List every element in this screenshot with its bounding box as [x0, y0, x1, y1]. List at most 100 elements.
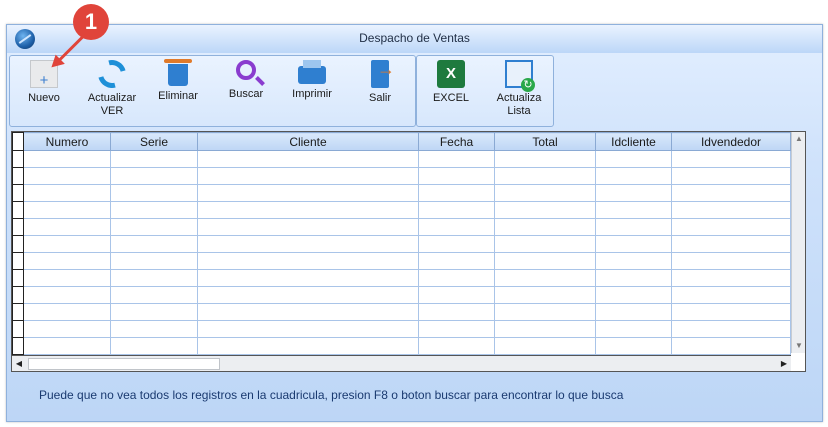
table-cell[interactable]: [595, 201, 672, 219]
table-row[interactable]: [12, 201, 791, 219]
table-cell[interactable]: [418, 235, 495, 253]
table-cell[interactable]: [23, 286, 111, 304]
table-cell[interactable]: [671, 167, 791, 185]
table-cell[interactable]: [23, 184, 111, 202]
row-header[interactable]: [12, 235, 24, 253]
table-cell[interactable]: [494, 201, 596, 219]
table-cell[interactable]: [197, 201, 419, 219]
row-header[interactable]: [12, 201, 24, 219]
table-cell[interactable]: [110, 150, 198, 168]
table-cell[interactable]: [110, 184, 198, 202]
table-cell[interactable]: [110, 286, 198, 304]
table-cell[interactable]: [494, 218, 596, 236]
refresh-button[interactable]: Actualizar VER: [82, 54, 142, 118]
delete-button[interactable]: Eliminar: [148, 59, 208, 103]
row-header[interactable]: [12, 269, 24, 287]
table-cell[interactable]: [418, 337, 495, 355]
row-header[interactable]: [12, 286, 24, 304]
table-cell[interactable]: [418, 320, 495, 338]
table-cell[interactable]: [494, 184, 596, 202]
table-cell[interactable]: [595, 167, 672, 185]
table-cell[interactable]: [671, 320, 791, 338]
row-header[interactable]: [12, 150, 24, 168]
table-cell[interactable]: [197, 150, 419, 168]
table-cell[interactable]: [671, 269, 791, 287]
column-header-cliente[interactable]: Cliente: [197, 132, 419, 151]
table-cell[interactable]: [110, 218, 198, 236]
table-cell[interactable]: [595, 337, 672, 355]
table-cell[interactable]: [494, 269, 596, 287]
table-row[interactable]: [12, 218, 791, 236]
column-header-fecha[interactable]: Fecha: [418, 132, 495, 151]
table-cell[interactable]: [671, 252, 791, 270]
column-header-numero[interactable]: Numero: [23, 132, 111, 151]
print-button[interactable]: Imprimir: [282, 60, 342, 101]
horizontal-scroll-thumb[interactable]: [28, 358, 220, 370]
table-cell[interactable]: [671, 201, 791, 219]
excel-button[interactable]: X EXCEL: [421, 60, 481, 105]
table-cell[interactable]: [23, 303, 111, 321]
refresh-list-button[interactable]: Actualiza Lista: [489, 60, 549, 118]
vertical-scrollbar[interactable]: ▲ ▼: [791, 132, 805, 353]
table-cell[interactable]: [671, 286, 791, 304]
table-cell[interactable]: [671, 184, 791, 202]
table-row[interactable]: [12, 286, 791, 304]
table-cell[interactable]: [671, 150, 791, 168]
table-cell[interactable]: [418, 167, 495, 185]
table-row[interactable]: [12, 167, 791, 185]
table-row[interactable]: [12, 269, 791, 287]
table-cell[interactable]: [418, 303, 495, 321]
table-cell[interactable]: [23, 235, 111, 253]
table-row[interactable]: [12, 303, 791, 321]
row-header[interactable]: [12, 167, 24, 185]
table-cell[interactable]: [418, 269, 495, 287]
row-header[interactable]: [12, 303, 24, 321]
table-cell[interactable]: [418, 184, 495, 202]
column-header-idcliente[interactable]: Idcliente: [595, 132, 672, 151]
table-cell[interactable]: [23, 320, 111, 338]
table-cell[interactable]: [110, 201, 198, 219]
table-cell[interactable]: [23, 269, 111, 287]
table-cell[interactable]: [110, 269, 198, 287]
search-button[interactable]: Buscar: [216, 60, 276, 101]
table-cell[interactable]: [197, 303, 419, 321]
table-cell[interactable]: [595, 252, 672, 270]
table-cell[interactable]: [595, 235, 672, 253]
table-cell[interactable]: [671, 303, 791, 321]
table-cell[interactable]: [197, 320, 419, 338]
table-cell[interactable]: [197, 184, 419, 202]
table-cell[interactable]: [494, 167, 596, 185]
new-button[interactable]: Nuevo: [14, 60, 74, 105]
table-cell[interactable]: [197, 286, 419, 304]
table-cell[interactable]: [494, 303, 596, 321]
column-header-idvendedor[interactable]: Idvendedor: [671, 132, 791, 151]
table-cell[interactable]: [23, 337, 111, 355]
table-cell[interactable]: [595, 303, 672, 321]
scroll-right-icon[interactable]: ▶: [777, 356, 791, 371]
table-cell[interactable]: [23, 167, 111, 185]
sales-grid[interactable]: Numero Serie Cliente Fecha Total Idclien…: [11, 131, 806, 372]
table-cell[interactable]: [197, 252, 419, 270]
table-cell[interactable]: [197, 218, 419, 236]
table-cell[interactable]: [110, 167, 198, 185]
table-row[interactable]: [12, 235, 791, 253]
table-cell[interactable]: [494, 286, 596, 304]
table-cell[interactable]: [197, 269, 419, 287]
table-cell[interactable]: [494, 235, 596, 253]
table-cell[interactable]: [110, 303, 198, 321]
table-cell[interactable]: [595, 286, 672, 304]
row-header[interactable]: [12, 218, 24, 236]
table-cell[interactable]: [671, 235, 791, 253]
table-cell[interactable]: [418, 201, 495, 219]
table-row[interactable]: [12, 252, 791, 270]
table-cell[interactable]: [595, 150, 672, 168]
table-cell[interactable]: [494, 252, 596, 270]
table-cell[interactable]: [197, 167, 419, 185]
row-header[interactable]: [12, 184, 24, 202]
table-cell[interactable]: [110, 235, 198, 253]
scroll-down-icon[interactable]: ▼: [792, 339, 805, 353]
table-cell[interactable]: [110, 337, 198, 355]
table-cell[interactable]: [595, 218, 672, 236]
table-cell[interactable]: [418, 150, 495, 168]
horizontal-scrollbar[interactable]: ◀ ▶: [12, 355, 791, 371]
